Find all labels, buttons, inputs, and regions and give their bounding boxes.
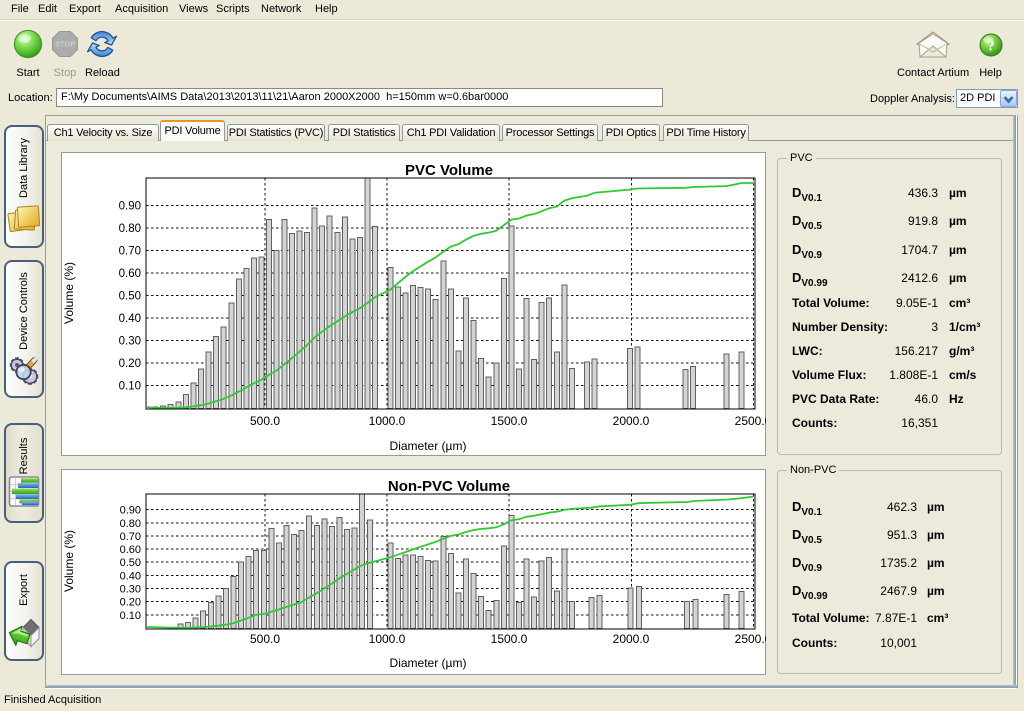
svg-text:0.10: 0.10 — [120, 610, 141, 622]
svg-text:0.20: 0.20 — [120, 597, 141, 609]
svg-text:1000.0: 1000.0 — [369, 632, 406, 646]
svg-text:500.0: 500.0 — [250, 414, 280, 428]
svg-text:1500.0: 1500.0 — [491, 632, 528, 646]
svg-text:0.30: 0.30 — [120, 584, 141, 596]
svg-text:0.70: 0.70 — [119, 246, 141, 258]
svg-text:0.60: 0.60 — [120, 544, 141, 556]
svg-text:Diameter (µm): Diameter (µm) — [390, 439, 467, 453]
svg-text:Volume (%): Volume (%) — [62, 262, 76, 324]
svg-text:1500.0: 1500.0 — [491, 414, 528, 428]
svg-text:PVC Volume: PVC Volume — [405, 162, 493, 179]
svg-text:STOP: STOP — [55, 40, 75, 49]
svg-text:1000.0: 1000.0 — [369, 414, 406, 428]
svg-text:0.20: 0.20 — [119, 358, 141, 370]
svg-text:Volume (%): Volume (%) — [62, 530, 76, 592]
svg-text:0.40: 0.40 — [120, 570, 141, 582]
svg-text:0.80: 0.80 — [119, 223, 141, 235]
svg-text:0.90: 0.90 — [119, 201, 141, 213]
svg-text:2000.0: 2000.0 — [613, 414, 650, 428]
svg-text:0.80: 0.80 — [120, 518, 141, 530]
svg-text:0.60: 0.60 — [119, 268, 141, 280]
svg-text:2500.0: 2500.0 — [735, 414, 766, 428]
svg-text:500.0: 500.0 — [250, 632, 280, 646]
svg-text:2500.0: 2500.0 — [735, 632, 766, 646]
svg-text:0.50: 0.50 — [120, 557, 141, 569]
svg-text:0.10: 0.10 — [119, 381, 141, 393]
svg-text:Diameter (µm): Diameter (µm) — [390, 656, 467, 670]
svg-text:?: ? — [987, 39, 995, 55]
svg-text:0.40: 0.40 — [119, 313, 141, 325]
svg-text:2000.0: 2000.0 — [613, 632, 650, 646]
svg-text:0.90: 0.90 — [120, 505, 141, 517]
svg-text:0.30: 0.30 — [119, 336, 141, 348]
svg-text:0.70: 0.70 — [120, 531, 141, 543]
svg-text:Non-PVC Volume: Non-PVC Volume — [388, 478, 510, 495]
svg-text:0.50: 0.50 — [119, 291, 141, 303]
